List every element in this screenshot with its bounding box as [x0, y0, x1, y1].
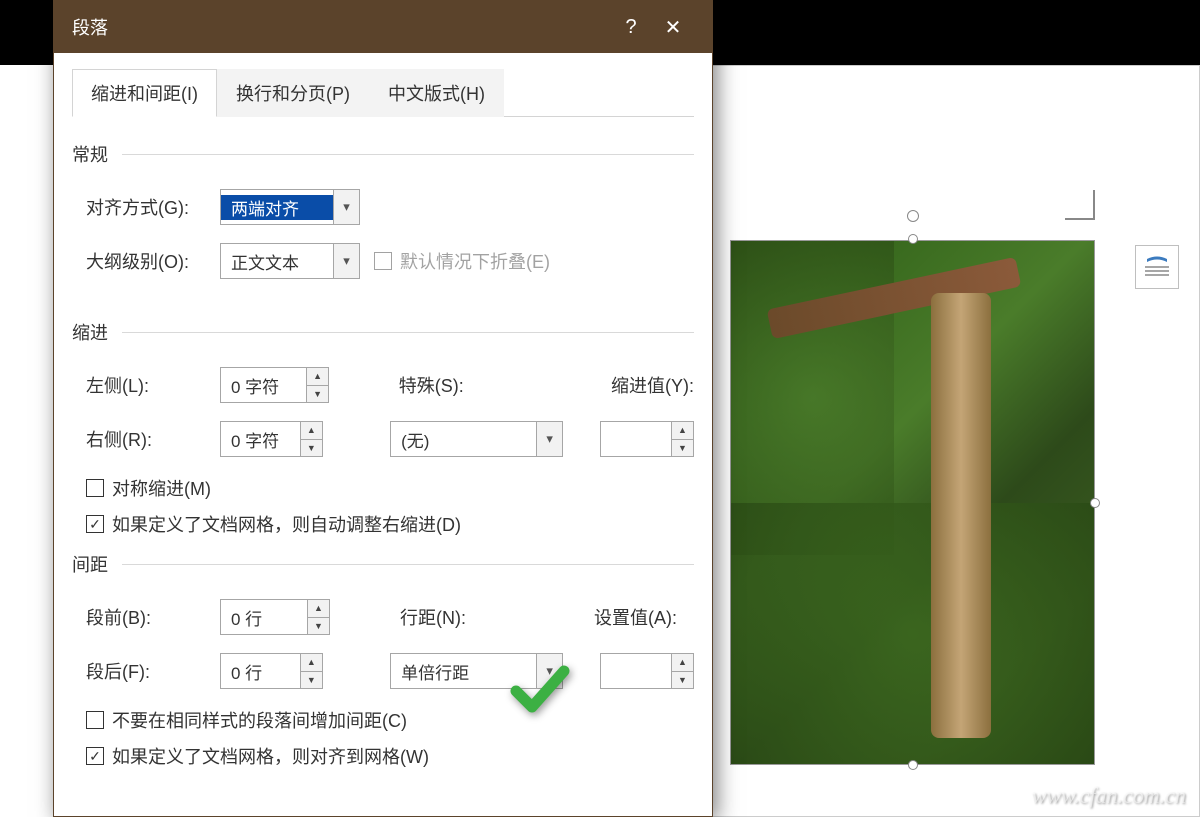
indent-by-label: 缩进值(Y): [611, 372, 694, 398]
space-after-value: 0 行 [221, 659, 300, 684]
auto-adjust-label: 如果定义了文档网格，则自动调整右缩进(D) [112, 511, 461, 537]
group-spacing-label: 间距 [72, 551, 694, 577]
checkbox-checked-icon: ✓ [86, 515, 104, 533]
indent-left-value: 0 字符 [221, 373, 306, 398]
collapse-checkbox: 默认情况下折叠(E) [374, 248, 550, 274]
indent-special-combo[interactable]: (无) ▾ [390, 421, 563, 457]
alignment-value: 两端对齐 [221, 195, 333, 220]
collapse-label: 默认情况下折叠(E) [400, 248, 550, 274]
layout-options-icon [1143, 256, 1171, 278]
group-indent-label: 缩进 [72, 319, 694, 345]
inserted-picture[interactable] [730, 240, 1095, 765]
space-before-label: 段前(B): [86, 604, 206, 630]
tab-asian-typography[interactable]: 中文版式(H) [369, 69, 504, 117]
group-general-label: 常规 [72, 141, 694, 167]
close-button[interactable]: ✕ [652, 15, 694, 40]
dialog-tabs: 缩进和间距(I) 换行和分页(P) 中文版式(H) [72, 69, 694, 117]
spinner-down-icon[interactable]: ▼ [308, 618, 329, 635]
checkbox-icon [86, 479, 104, 497]
spinner-up-icon[interactable]: ▲ [307, 368, 328, 386]
spinner-up-icon[interactable]: ▲ [301, 422, 322, 440]
help-button[interactable]: ? [610, 16, 652, 39]
spinner-up-icon[interactable]: ▲ [301, 654, 322, 672]
mirror-indent-checkbox[interactable]: 对称缩进(M) [86, 475, 211, 501]
indent-left-label: 左侧(L): [86, 372, 206, 398]
outline-level-label: 大纲级别(O): [86, 248, 206, 274]
auto-adjust-checkbox[interactable]: ✓ 如果定义了文档网格，则自动调整右缩进(D) [86, 511, 461, 537]
spinner-down-icon[interactable]: ▼ [672, 440, 693, 457]
line-spacing-value: 单倍行距 [391, 659, 536, 684]
mirror-indent-label: 对称缩进(M) [112, 475, 211, 501]
space-before-spinner[interactable]: 0 行 ▲▼ [220, 599, 330, 635]
picture-content [731, 241, 1094, 764]
space-after-spinner[interactable]: 0 行 ▲▼ [220, 653, 323, 689]
indent-by-spinner[interactable]: ▲▼ [600, 421, 694, 457]
indent-right-spinner[interactable]: 0 字符 ▲▼ [220, 421, 323, 457]
page-crop-mark [1065, 190, 1095, 220]
checkbox-icon [374, 252, 392, 270]
chevron-down-icon: ▾ [536, 422, 562, 456]
no-space-same-style-checkbox[interactable]: 不要在相同样式的段落间增加间距(C) [86, 707, 407, 733]
snap-to-grid-checkbox[interactable]: ✓ 如果定义了文档网格，则对齐到网格(W) [86, 743, 429, 769]
indent-right-value: 0 字符 [221, 427, 300, 452]
dialog-title: 段落 [72, 14, 108, 40]
indent-left-spinner[interactable]: 0 字符 ▲▼ [220, 367, 329, 403]
tab-indent-spacing[interactable]: 缩进和间距(I) [72, 69, 217, 117]
spinner-down-icon[interactable]: ▼ [307, 386, 328, 403]
alignment-label: 对齐方式(G): [86, 194, 206, 220]
checkbox-icon [86, 711, 104, 729]
spacing-at-label: 设置值(A): [594, 604, 677, 630]
spacing-at-spinner[interactable]: ▲▼ [600, 653, 694, 689]
spinner-up-icon[interactable]: ▲ [308, 600, 329, 618]
indent-special-label: 特殊(S): [399, 372, 597, 398]
chevron-down-icon: ▾ [333, 244, 359, 278]
space-after-label: 段后(F): [86, 658, 206, 684]
rotation-handle[interactable] [907, 210, 919, 222]
spinner-up-icon[interactable]: ▲ [672, 422, 693, 440]
spinner-up-icon[interactable]: ▲ [672, 654, 693, 672]
no-space-same-style-label: 不要在相同样式的段落间增加间距(C) [112, 707, 407, 733]
outline-level-value: 正文文本 [221, 249, 333, 274]
indent-right-label: 右侧(R): [86, 426, 206, 452]
layout-options-button[interactable] [1135, 245, 1179, 289]
chevron-down-icon: ▾ [333, 190, 359, 224]
watermark-text: www.cfan.com.cn [1032, 783, 1186, 809]
alignment-combo[interactable]: 两端对齐 ▾ [220, 189, 360, 225]
selection-handle-bottom[interactable] [908, 760, 918, 770]
spinner-down-icon[interactable]: ▼ [672, 672, 693, 689]
outline-level-combo[interactable]: 正文文本 ▾ [220, 243, 360, 279]
line-spacing-label: 行距(N): [400, 604, 580, 630]
space-before-value: 0 行 [221, 605, 307, 630]
line-spacing-combo[interactable]: 单倍行距 ▾ [390, 653, 563, 689]
checkbox-checked-icon: ✓ [86, 747, 104, 765]
spinner-down-icon[interactable]: ▼ [301, 672, 322, 689]
spinner-down-icon[interactable]: ▼ [301, 440, 322, 457]
selection-handle-right[interactable] [1090, 498, 1100, 508]
dialog-titlebar[interactable]: 段落 ? ✕ [54, 1, 712, 53]
chevron-down-icon: ▾ [536, 654, 562, 688]
snap-to-grid-label: 如果定义了文档网格，则对齐到网格(W) [112, 743, 429, 769]
selection-handle-top[interactable] [908, 234, 918, 244]
paragraph-dialog: 段落 ? ✕ 缩进和间距(I) 换行和分页(P) 中文版式(H) 常规 对齐方式… [53, 0, 713, 817]
tab-line-page-breaks[interactable]: 换行和分页(P) [217, 69, 369, 117]
indent-special-value: (无) [391, 427, 536, 452]
